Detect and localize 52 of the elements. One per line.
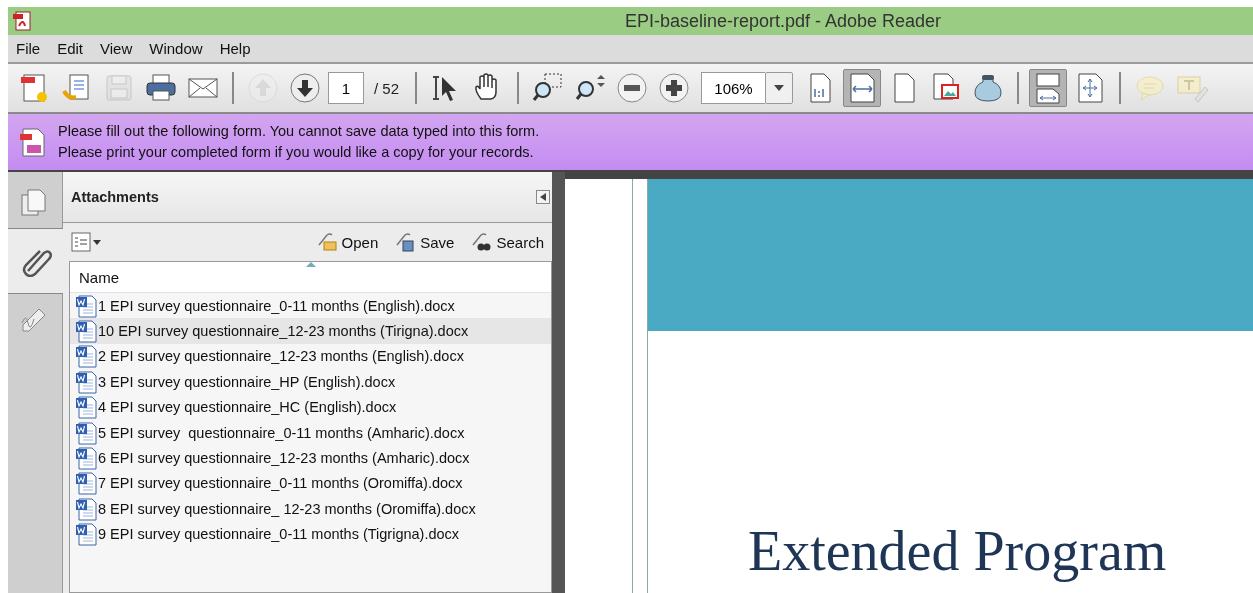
sidebar-tab[interactable] bbox=[8, 228, 63, 294]
clip-disk-icon bbox=[394, 231, 417, 253]
document-heading: Extended Program bbox=[748, 521, 1168, 583]
app-logo-icon bbox=[11, 10, 33, 32]
attachment-item[interactable]: 6 EPI survey questionnaire_12-23 months (Amharic).docx bbox=[70, 445, 551, 471]
page-number-field[interactable]: 1 bbox=[328, 72, 364, 104]
document-icon bbox=[75, 446, 97, 471]
attachment-item[interactable]: 9 EPI survey questionnaire_0-11 months (Tigrigna).docx bbox=[70, 521, 551, 547]
toolbar-action-button[interactable]: Save bbox=[390, 231, 459, 253]
zoom-dropdown-button[interactable] bbox=[765, 72, 794, 104]
banner-text: Please fill out the following form. You cannot save data typed into this form. bbox=[58, 122, 540, 141]
toolbar-action-button[interactable]: Search bbox=[466, 231, 548, 253]
list-options-icon bbox=[71, 232, 91, 252]
attachment-item[interactable]: 1 EPI survey questionnaire_0-11 months (English).docx bbox=[70, 293, 551, 319]
document-icon bbox=[75, 420, 97, 445]
menu-item[interactable]: View bbox=[92, 40, 142, 57]
zoom-field[interactable]: 106% bbox=[701, 72, 766, 104]
zoom-out-icon bbox=[615, 71, 650, 105]
attachment-item[interactable]: 2 EPI survey questionnaire_12-23 months (English).docx bbox=[70, 343, 551, 370]
banner-text: Please print your completed form if you would like a copy for your records. bbox=[58, 143, 535, 162]
clip-binoculars-icon bbox=[470, 231, 493, 253]
column-header[interactable]: Name bbox=[70, 262, 551, 293]
document-icon bbox=[75, 344, 97, 369]
dropdown-caret-icon bbox=[774, 85, 785, 91]
attachment-item[interactable]: 5 EPI survey questionnaire_0-11 months (Amharic).docx bbox=[70, 419, 551, 446]
window-title: EPI-baseline-report.pdf - Adobe Reader bbox=[623, 10, 943, 32]
menu-item[interactable]: Help bbox=[211, 40, 260, 57]
options-button[interactable] bbox=[71, 232, 101, 252]
left-triangle-icon bbox=[540, 193, 546, 201]
menu-item[interactable]: Window bbox=[141, 40, 212, 57]
menu-item[interactable]: File bbox=[8, 40, 50, 57]
attachment-item[interactable]: 10 EPI survey questionnaire_12-23 months (Tirigna).docx bbox=[70, 318, 551, 344]
panel-title: Attachments bbox=[71, 189, 159, 205]
sort-arrow-icon bbox=[306, 262, 316, 267]
document-icon bbox=[75, 293, 97, 318]
document-icon bbox=[75, 395, 97, 420]
attachment-item[interactable]: 4 EPI survey questionnaire_HC (English).docx bbox=[70, 394, 551, 420]
page-count: / 52 bbox=[373, 79, 401, 97]
document-icon bbox=[75, 496, 97, 521]
dropdown-caret-icon bbox=[93, 239, 101, 245]
toolbar-action-button[interactable]: Open bbox=[311, 231, 383, 253]
collapse-button[interactable] bbox=[536, 190, 550, 204]
clip-folder-icon bbox=[315, 231, 338, 253]
document-icon bbox=[75, 319, 97, 344]
attachment-item[interactable]: 8 EPI survey questionnaire_ 12-23 months (Oromiffa).docx bbox=[70, 496, 551, 522]
attachment-item[interactable]: 3 EPI survey questionnaire_HP (English).docx bbox=[70, 369, 551, 395]
document-icon bbox=[75, 369, 97, 394]
document-icon bbox=[75, 522, 97, 547]
attachment-item[interactable]: 7 EPI survey questionnaire_0-11 months (Oromiffa).docx bbox=[70, 470, 551, 497]
document-icon bbox=[75, 471, 97, 496]
zoom-in-icon bbox=[657, 71, 692, 105]
menu-item[interactable]: Edit bbox=[49, 40, 93, 57]
